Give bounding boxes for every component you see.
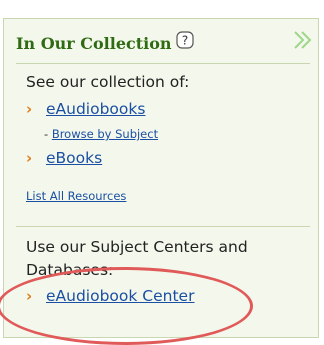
eaudiobooks-link[interactable]: eAudiobooks — [46, 100, 145, 118]
subject-centers-intro-line2: Databases: — [26, 261, 114, 279]
list-all-resources-link[interactable]: List All Resources — [26, 189, 126, 203]
chevron-right-icon: › — [26, 100, 33, 118]
section-divider — [16, 226, 310, 227]
panel-header: In Our Collection ? — [16, 30, 194, 53]
header-divider — [16, 63, 310, 64]
collection-intro: See our collection of: — [26, 73, 190, 91]
svg-text:?: ? — [181, 33, 187, 47]
sub-prefix: - — [44, 127, 52, 141]
double-chevron-right-icon[interactable] — [292, 29, 314, 51]
browse-by-subject-link[interactable]: Browse by Subject — [52, 127, 158, 141]
subject-centers-intro-line1: Use our Subject Centers and — [26, 238, 248, 256]
ebooks-link[interactable]: eBooks — [46, 149, 102, 167]
collection-panel: In Our Collection ? See our collection o… — [3, 18, 319, 338]
help-question-icon[interactable]: ? — [175, 30, 194, 49]
list-item-eaudiobook-center: › eAudiobook Center — [26, 287, 194, 305]
panel-title: In Our Collection — [16, 34, 172, 53]
browse-by-subject-row: - Browse by Subject — [44, 127, 158, 141]
chevron-right-icon: › — [26, 149, 33, 167]
list-item-eaudiobooks: › eAudiobooks — [26, 100, 145, 118]
list-all-row: List All Resources — [26, 185, 126, 204]
eaudiobook-center-link[interactable]: eAudiobook Center — [46, 287, 194, 305]
list-item-ebooks: › eBooks — [26, 149, 102, 167]
chevron-right-icon: › — [26, 287, 33, 305]
